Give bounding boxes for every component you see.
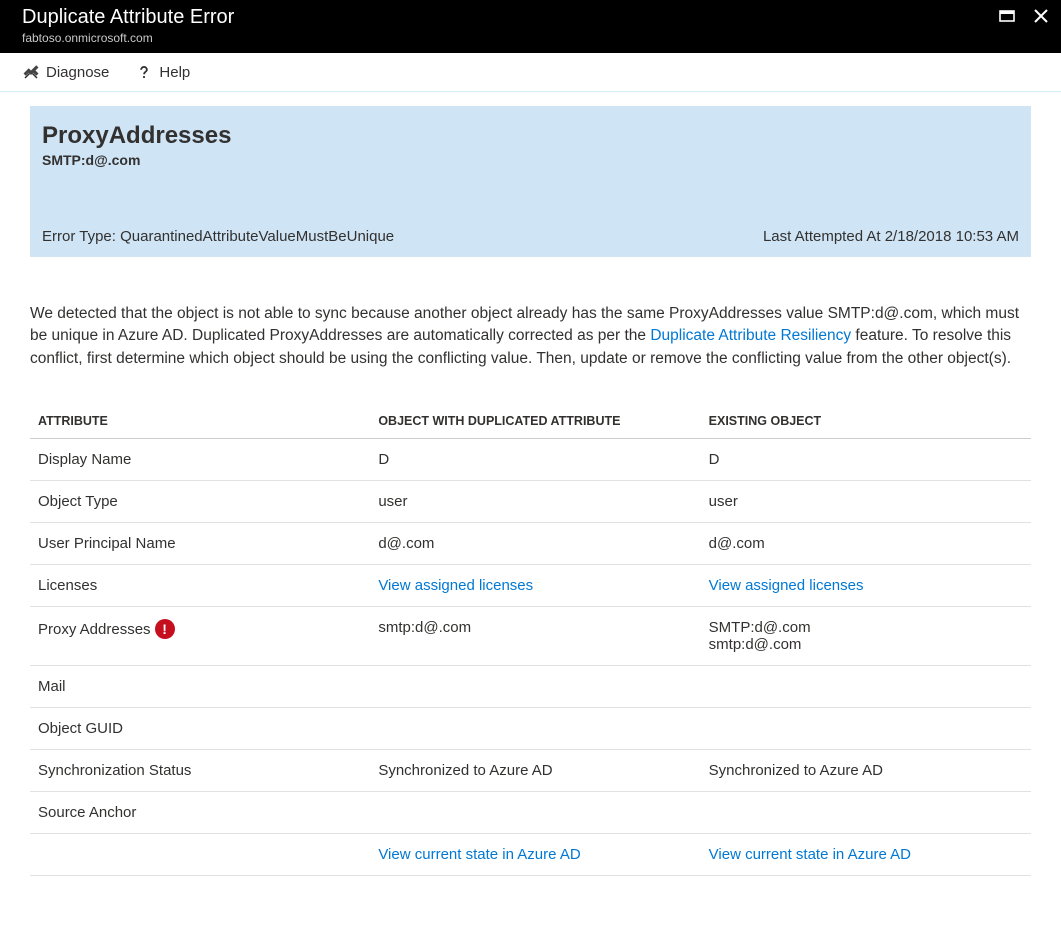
table-row: Display NameDD — [30, 439, 1031, 481]
table-row: Mail — [30, 666, 1031, 708]
duplicated-cell: View current state in Azure AD — [370, 834, 700, 876]
help-button[interactable]: Help — [135, 63, 190, 81]
help-icon — [135, 63, 153, 81]
attribute-cell: Object GUID — [30, 708, 370, 750]
existing-cell — [701, 708, 1031, 750]
banner-title: ProxyAddresses — [42, 122, 1019, 150]
window-title: Duplicate Attribute Error — [22, 6, 234, 29]
table-row: Object Typeuseruser — [30, 481, 1031, 523]
table-row: View current state in Azure AD View curre… — [30, 834, 1031, 876]
duplicated-cell — [370, 708, 700, 750]
existing-cell: View current state in Azure AD — [701, 834, 1031, 876]
duplicated-cell — [370, 792, 700, 834]
attribute-cell — [30, 834, 370, 876]
duplicated-cell — [370, 666, 700, 708]
banner-subtitle: SMTP:d@.com — [42, 152, 1019, 168]
existing-cell: D — [701, 439, 1031, 481]
existing-cell — [701, 792, 1031, 834]
wrench-icon — [22, 63, 40, 81]
existing-cell — [701, 666, 1031, 708]
existing-cell: View assigned licenses — [701, 565, 1031, 607]
diagnose-button[interactable]: Diagnose — [22, 63, 109, 81]
close-icon[interactable] — [1033, 8, 1049, 24]
resiliency-link[interactable]: Duplicate Attribute Resiliency — [650, 327, 851, 344]
toolbar: Diagnose Help — [0, 53, 1061, 92]
existing-cell: d@.com — [701, 523, 1031, 565]
attribute-cell: Object Type — [30, 481, 370, 523]
duplicated-cell: Synchronized to Azure AD — [370, 750, 700, 792]
titlebar: Duplicate Attribute Error fabtoso.onmicr… — [0, 0, 1061, 53]
attribute-cell: User Principal Name — [30, 523, 370, 565]
duplicated-cell: user — [370, 481, 700, 523]
last-attempted: Last Attempted At 2/18/2018 10:53 AM — [763, 228, 1019, 245]
window-subtitle: fabtoso.onmicrosoft.com — [22, 31, 234, 45]
error-type: Error Type: QuarantinedAttributeValueMus… — [42, 228, 394, 245]
attribute-cell: Display Name — [30, 439, 370, 481]
header-duplicated: OBJECT WITH DUPLICATED ATTRIBUTE — [370, 404, 700, 439]
existing-cell: user — [701, 481, 1031, 523]
diagnose-label: Diagnose — [46, 64, 109, 81]
attribute-cell: Mail — [30, 666, 370, 708]
existing-cell: SMTP:d@.com smtp:d@.com — [701, 607, 1031, 666]
duplicated-cell: D — [370, 439, 700, 481]
table-row: Synchronization StatusSynchronized to Az… — [30, 750, 1031, 792]
table-row: User Principal Named@.comd@.com — [30, 523, 1031, 565]
attributes-table: ATTRIBUTE OBJECT WITH DUPLICATED ATTRIBU… — [30, 404, 1031, 876]
table-row: Proxy Addresses!smtp:d@.comSMTP:d@.com s… — [30, 607, 1031, 666]
header-attribute: ATTRIBUTE — [30, 404, 370, 439]
error-banner: ProxyAddresses SMTP:d@.com Error Type: Q… — [30, 106, 1031, 257]
help-label: Help — [159, 64, 190, 81]
duplicated-cell: smtp:d@.com — [370, 607, 700, 666]
attribute-cell: Licenses — [30, 565, 370, 607]
error-description: We detected that the object is not able … — [30, 303, 1031, 370]
content-area: ProxyAddresses SMTP:d@.com Error Type: Q… — [0, 92, 1061, 916]
maximize-icon[interactable] — [999, 8, 1015, 24]
link[interactable]: View current state in Azure AD — [709, 846, 911, 863]
attribute-cell: Synchronization Status — [30, 750, 370, 792]
link[interactable]: View assigned licenses — [709, 577, 864, 594]
warning-icon: ! — [155, 619, 175, 639]
attribute-cell: Source Anchor — [30, 792, 370, 834]
link[interactable]: View current state in Azure AD — [378, 846, 580, 863]
table-row: Source Anchor — [30, 792, 1031, 834]
duplicated-cell: d@.com — [370, 523, 700, 565]
attribute-cell: Proxy Addresses! — [30, 607, 370, 666]
link[interactable]: View assigned licenses — [378, 577, 533, 594]
existing-cell: Synchronized to Azure AD — [701, 750, 1031, 792]
duplicated-cell: View assigned licenses — [370, 565, 700, 607]
header-existing: EXISTING OBJECT — [701, 404, 1031, 439]
table-row: Object GUID — [30, 708, 1031, 750]
table-row: Licenses View assigned licenses View assig… — [30, 565, 1031, 607]
